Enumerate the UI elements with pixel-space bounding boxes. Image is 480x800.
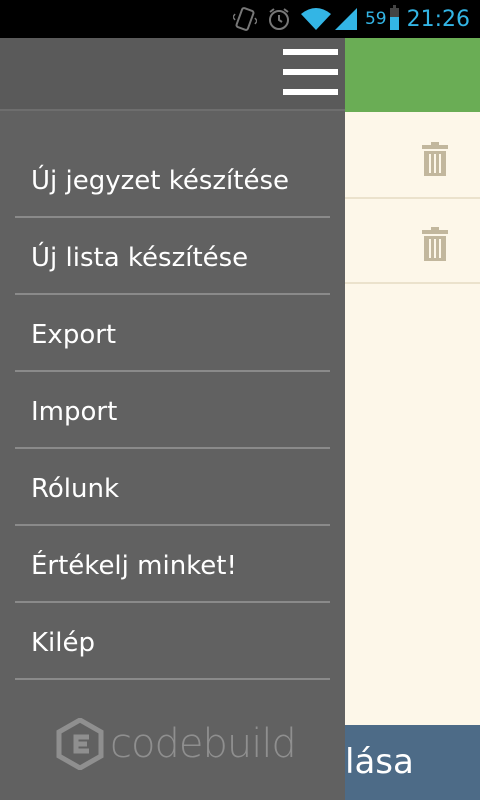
signal-icon (334, 8, 357, 30)
clock: 21:26 (406, 6, 470, 32)
menu-item-export[interactable]: Export (15, 295, 330, 372)
codebuild-logo-icon (56, 718, 104, 770)
wifi-icon (300, 8, 331, 30)
drawer-menu: Új jegyzet készítése Új lista készítése … (15, 141, 330, 680)
footer-button-label: lása (345, 742, 414, 782)
menu-item-about[interactable]: Rólunk (15, 449, 330, 526)
menu-icon[interactable] (283, 49, 338, 97)
menu-item-rate[interactable]: Értékelj minket! (15, 526, 330, 603)
vibrate-icon (232, 7, 257, 31)
menu-item-import[interactable]: Import (15, 372, 330, 449)
menu-item-new-note[interactable]: Új jegyzet készítése (15, 141, 330, 218)
menu-item-new-list[interactable]: Új lista készítése (15, 218, 330, 295)
navigation-drawer: Új jegyzet készítése Új lista készítése … (0, 38, 345, 800)
trash-icon[interactable] (422, 142, 448, 176)
battery-percent: 59 (364, 9, 387, 29)
status-icons: 59 21:26 (223, 0, 470, 38)
drawer-header (0, 38, 345, 111)
battery-icon (389, 5, 399, 30)
logo-text: codebuild (110, 721, 297, 767)
alarm-icon (268, 8, 289, 30)
codebuild-logo: codebuild (56, 718, 297, 770)
trash-icon[interactable] (422, 227, 448, 261)
menu-item-exit[interactable]: Kilép (15, 603, 330, 680)
status-bar: 59 21:26 (0, 0, 480, 38)
